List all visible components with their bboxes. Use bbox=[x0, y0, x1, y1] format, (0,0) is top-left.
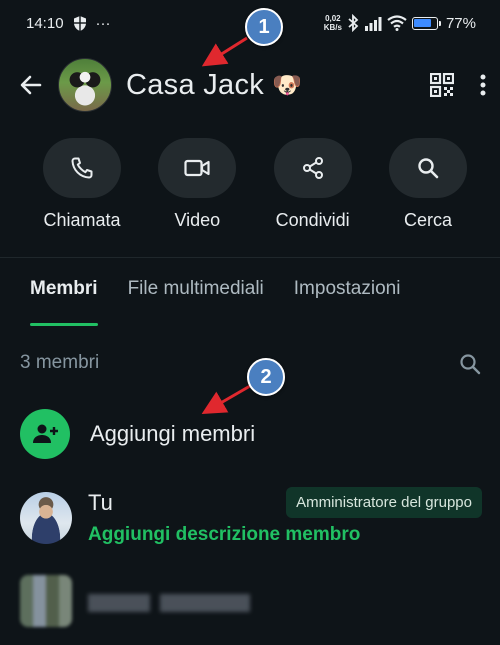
annotation-marker-2: 2 bbox=[247, 358, 285, 396]
arrow-1 bbox=[201, 36, 248, 67]
annotation-arrows bbox=[201, 36, 251, 415]
annotation-marker-1: 1 bbox=[245, 8, 283, 46]
arrow-2 bbox=[201, 384, 251, 415]
